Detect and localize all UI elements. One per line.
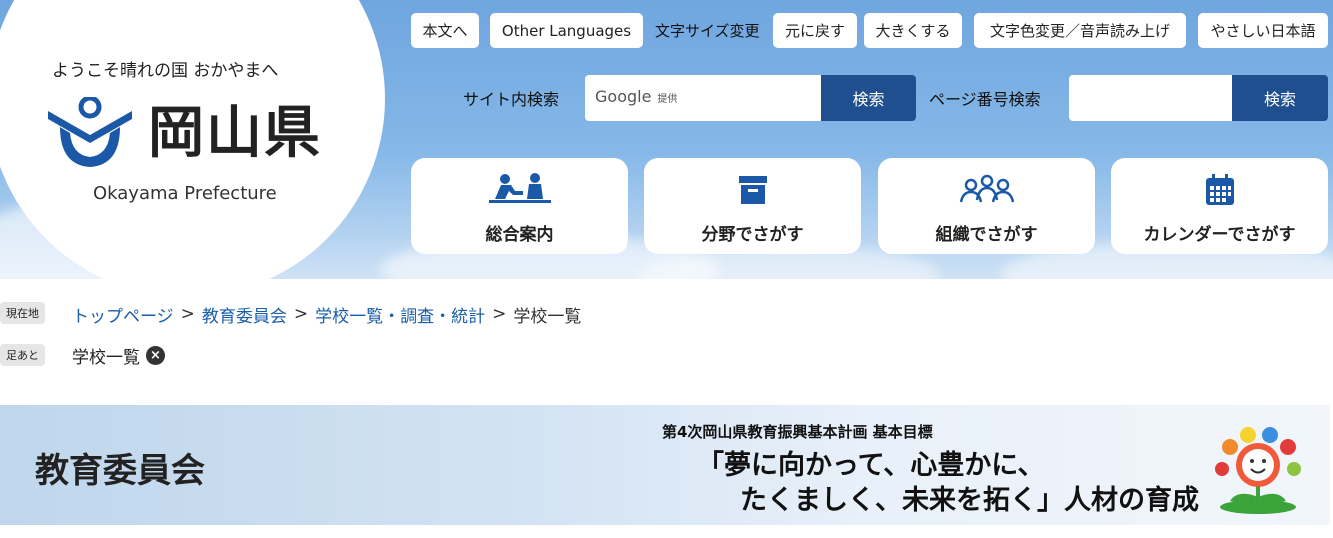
logo-tagline: ようこそ晴れの国 おかやまへ [52,61,279,81]
banner-slogan-line1: 「夢に向かって、心豊かに、 [697,450,1045,481]
group-icon [957,172,1017,208]
color-voice-button[interactable]: 文字色変更／音声読み上げ [974,13,1186,48]
calendar-icon [1205,172,1235,208]
breadcrumb-link-school-list-stats[interactable]: 学校一覧・調査・統計 [315,302,485,327]
site-header: ようこそ晴れの国 おかやまへ 岡山県 Okayama Prefecture 本文… [0,0,1333,279]
nav-by-organization[interactable]: 組織でさがす [878,158,1095,254]
breadcrumb-separator: > [180,304,195,324]
page-number-search-button[interactable]: 検索 [1232,75,1328,121]
page-number-input[interactable] [1069,75,1232,121]
nav-by-organization-label: 組織でさがす [935,225,1038,245]
breadcrumb-current: 学校一覧 [513,306,582,327]
banner-subtitle: 第4次岡山県教育振興基本計画 基本目標 [662,423,933,441]
breadcrumb-link-board-of-education[interactable]: 教育委員会 [202,302,287,327]
footprint-tag: 足あと [0,344,45,366]
section-title: 教育委員会 [35,451,205,491]
nav-general-info-label: 総合案内 [485,225,554,245]
site-search-label: サイト内検索 [463,90,560,109]
logo-english: Okayama Prefecture [93,183,277,204]
footprint-remove-icon[interactable]: × [146,345,165,365]
font-reset-button[interactable]: 元に戻す [773,13,857,48]
breadcrumb: トップページ > 教育委員会 > 学校一覧・調査・統計 > 学校一覧 [72,302,582,327]
page-number-search-label: ページ番号検索 [929,90,1041,109]
nav-by-calendar-label: カレンダーでさがす [1143,225,1296,245]
people-desk-icon [485,172,555,208]
nav-by-calendar[interactable]: カレンダーでさがす [1111,158,1328,254]
footprint-list: 学校一覧 × [72,343,165,368]
section-banner: 教育委員会 第4次岡山県教育振興基本計画 基本目標 「夢に向かって、心豊かに、 … [0,405,1330,525]
nav-by-field[interactable]: 分野でさがす [644,158,861,254]
site-search-button[interactable]: 検索 [821,75,916,121]
nav-by-field-label: 分野でさがす [701,225,804,245]
banner-slogan-line2: たくましく、未来を拓く」人材の育成 [740,485,1199,516]
okayama-emblem-icon [48,97,132,167]
breadcrumb-separator: > [492,304,507,324]
font-enlarge-button[interactable]: 大きくする [864,13,962,48]
easy-japanese-button[interactable]: やさしい日本語 [1198,13,1328,48]
logo-name: 岡山県 [148,101,322,166]
breadcrumb-tag: 現在地 [0,302,45,324]
nav-general-info[interactable]: 総合案内 [411,158,628,254]
breadcrumb-separator: > [293,304,309,324]
breadcrumb-link-top[interactable]: トップページ [72,302,174,327]
google-provided-mark: Google 提供 [595,87,678,106]
flower-mascot-icon [1215,427,1301,514]
box-icon [737,172,769,208]
footprint-item[interactable]: 学校一覧 [72,343,140,368]
other-languages-button[interactable]: Other Languages [490,13,643,48]
skip-to-content-button[interactable]: 本文へ [411,13,479,48]
font-size-label: 文字サイズ変更 [655,22,760,40]
